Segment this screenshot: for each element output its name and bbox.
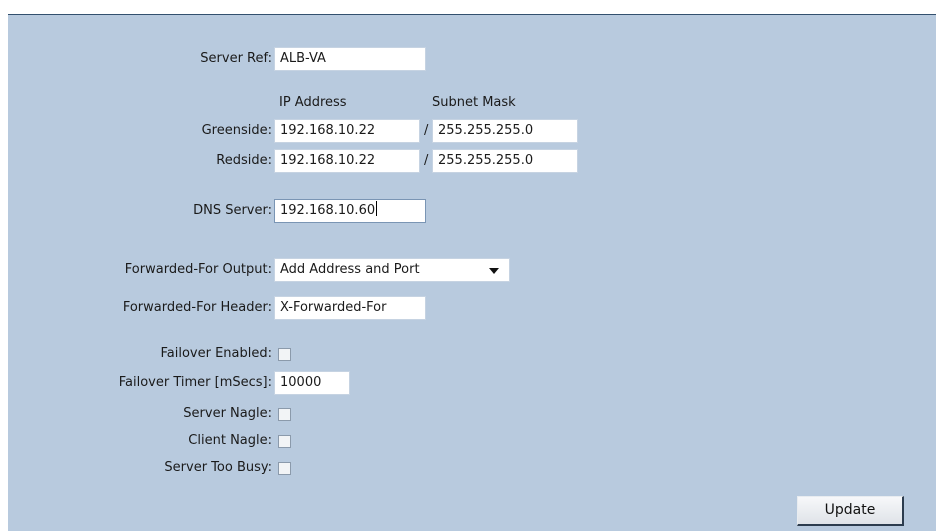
redside-label: Redside: <box>216 153 272 168</box>
ff-header-label: Forwarded-For Header: <box>122 300 272 315</box>
dns-server-input[interactable]: 192.168.10.60 <box>274 199 426 223</box>
redside-ip-input[interactable]: 192.168.10.22 <box>274 149 420 173</box>
server-too-busy-checkbox[interactable] <box>278 462 291 475</box>
server-too-busy-label: Server Too Busy: <box>164 460 272 475</box>
failover-enabled-checkbox[interactable] <box>278 348 291 361</box>
ff-output-select[interactable]: Add Address and Port <box>274 258 510 282</box>
greenside-label: Greenside: <box>201 123 272 138</box>
server-ref-input[interactable]: ALB-VA <box>274 47 426 71</box>
greenside-subnet-input[interactable]: 255.255.255.0 <box>432 119 578 143</box>
settings-panel: Server Ref: ALB-VA IP Address Subnet Mas… <box>8 14 936 531</box>
ff-output-label: Forwarded-For Output: <box>124 262 272 277</box>
text-caret <box>376 201 378 216</box>
server-ref-label: Server Ref: <box>200 51 272 66</box>
ff-output-selected-value: Add Address and Port <box>280 262 420 277</box>
dns-server-label: DNS Server: <box>193 203 272 218</box>
client-nagle-checkbox[interactable] <box>278 435 291 448</box>
ip-address-header: IP Address <box>279 95 347 110</box>
subnet-mask-header: Subnet Mask <box>432 95 516 110</box>
update-button[interactable]: Update <box>797 496 904 526</box>
client-nagle-label: Client Nagle: <box>188 433 272 448</box>
dns-server-value: 192.168.10.60 <box>280 203 376 218</box>
redside-subnet-input[interactable]: 255.255.255.0 <box>432 149 578 173</box>
ff-header-input[interactable]: X-Forwarded-For <box>274 296 426 320</box>
redside-separator: / <box>424 153 429 168</box>
chevron-down-icon[interactable] <box>489 268 499 274</box>
server-nagle-checkbox[interactable] <box>278 408 291 421</box>
server-nagle-label: Server Nagle: <box>183 406 272 421</box>
greenside-ip-input[interactable]: 192.168.10.22 <box>274 119 420 143</box>
failover-timer-label: Failover Timer [mSecs]: <box>118 375 272 390</box>
failover-enabled-label: Failover Enabled: <box>160 346 272 361</box>
greenside-separator: / <box>424 123 429 138</box>
failover-timer-input[interactable]: 10000 <box>274 371 350 395</box>
